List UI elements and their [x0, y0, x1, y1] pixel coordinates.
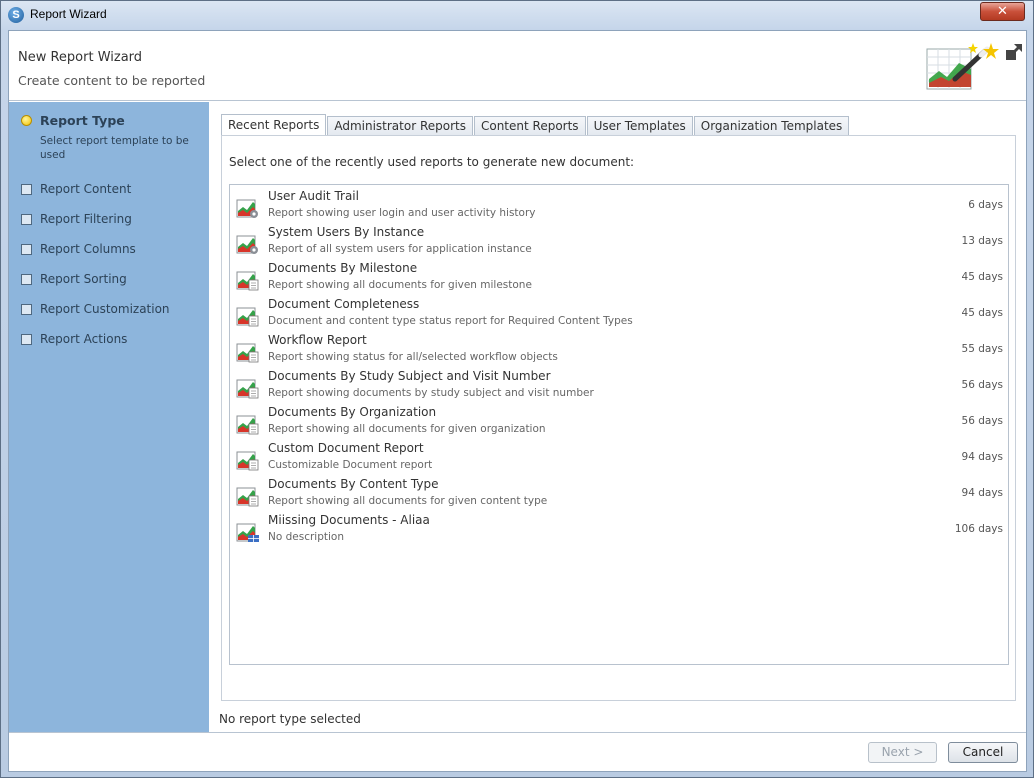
report-title: Documents By Organization — [268, 405, 437, 419]
step-checkbox-icon — [21, 183, 32, 195]
report-last-used-age: 45 days — [961, 271, 1003, 283]
report-last-used-age: 6 days — [968, 199, 1003, 211]
report-document-icon — [236, 485, 260, 507]
step-report-content[interactable]: Report Content — [21, 182, 131, 196]
report-document-icon — [236, 413, 260, 435]
report-document-icon — [236, 377, 260, 399]
close-button[interactable]: ✕ — [980, 2, 1025, 21]
report-description: Document and content type status report … — [268, 315, 633, 327]
report-list-item[interactable]: Workflow Report Report showing status for… — [230, 332, 1008, 368]
step-label: Report Customization — [40, 302, 170, 316]
report-wizard-icon — [926, 43, 999, 90]
wizard-header: New Report Wizard Create content to be r… — [9, 31, 1026, 101]
report-table-icon — [236, 521, 260, 543]
wizard-content: New Report Wizard Create content to be r… — [8, 30, 1027, 772]
step-report-columns[interactable]: Report Columns — [21, 242, 136, 256]
step-report-sorting[interactable]: Report Sorting — [21, 272, 127, 286]
report-description: Report of all system users for applicati… — [268, 243, 532, 255]
tab-recent-reports[interactable]: Recent Reports — [221, 114, 327, 136]
cancel-button[interactable]: Cancel — [948, 742, 1018, 763]
tab-administrator-reports[interactable]: Administrator Reports — [327, 116, 473, 136]
title-bar[interactable]: S Report Wizard ✕ — [1, 1, 1033, 30]
report-last-used-age: 45 days — [961, 307, 1003, 319]
step-checkbox-icon — [21, 273, 32, 285]
report-title: Document Completeness — [268, 297, 420, 311]
tab-content-reports[interactable]: Content Reports — [473, 116, 586, 136]
report-document-icon — [236, 341, 260, 363]
report-last-used-age: 94 days — [961, 487, 1003, 499]
page-title: New Report Wizard — [18, 50, 143, 65]
tab-organization-templates[interactable]: Organization Templates — [693, 116, 850, 136]
report-title: User Audit Trail — [268, 189, 359, 203]
page-subtitle: Create content to be reported — [18, 73, 206, 88]
status-text: No report type selected — [219, 712, 361, 726]
report-description: No description — [268, 531, 344, 543]
report-list-item[interactable]: Documents By Study Subject and Visit Num… — [230, 368, 1008, 404]
report-gear-icon — [236, 197, 260, 219]
report-list-item[interactable]: Documents By Content Type Report showing … — [230, 476, 1008, 512]
step-checkbox-icon — [21, 303, 32, 315]
step-checkbox-icon — [21, 213, 32, 225]
wizard-steps-sidebar: Report Type Select report template to be… — [9, 102, 209, 732]
step-label: Report Content — [40, 182, 132, 196]
report-description: Customizable Document report — [268, 459, 433, 471]
report-wizard-window: S Report Wizard ✕ New Report Wizard Crea… — [0, 0, 1034, 778]
step-label: Report Type — [40, 113, 125, 128]
step-report-type[interactable]: Report Type — [21, 113, 125, 128]
app-logo-icon: S — [8, 7, 24, 23]
report-document-icon — [236, 269, 260, 291]
report-description: Report showing status for all/selected w… — [268, 351, 558, 363]
report-list-item[interactable]: Documents By Milestone Report showing all… — [230, 260, 1008, 296]
popout-icon[interactable] — [1005, 43, 1023, 61]
step-report-customization[interactable]: Report Customization — [21, 302, 170, 316]
report-title: Workflow Report — [268, 333, 367, 347]
report-description: Report showing documents by study subjec… — [268, 387, 594, 399]
instruction-text: Select one of the recently used reports … — [229, 155, 635, 169]
report-title: Documents By Study Subject and Visit Num… — [268, 369, 551, 383]
tab-user-templates[interactable]: User Templates — [586, 116, 693, 136]
report-list-item[interactable]: System Users By Instance Report of all sy… — [230, 224, 1008, 260]
step-label: Report Sorting — [40, 272, 127, 286]
report-last-used-age: 56 days — [961, 415, 1003, 427]
report-title: Custom Document Report — [268, 441, 424, 455]
report-last-used-age: 94 days — [961, 451, 1003, 463]
report-description: Report showing all documents for given o… — [268, 423, 546, 435]
wizard-main-panel: Recent Reports Administrator Reports Con… — [209, 102, 1026, 732]
report-title: System Users By Instance — [268, 225, 425, 239]
report-last-used-age: 106 days — [954, 523, 1003, 535]
step-checkbox-icon — [21, 243, 32, 255]
report-document-icon — [236, 449, 260, 471]
report-last-used-age: 55 days — [961, 343, 1003, 355]
step-label: Report Columns — [40, 242, 136, 256]
report-title: Miissing Documents - Aliaa — [268, 513, 430, 527]
report-title: Documents By Content Type — [268, 477, 439, 491]
report-gear-icon — [236, 233, 260, 255]
report-tabs: Recent Reports Administrator Reports Con… — [221, 114, 850, 136]
report-list-item[interactable]: User Audit Trail Report showing user logi… — [230, 188, 1008, 224]
report-description: Report showing all documents for given m… — [268, 279, 532, 291]
report-last-used-age: 13 days — [961, 235, 1003, 247]
step-report-actions[interactable]: Report Actions — [21, 332, 127, 346]
report-title: Documents By Milestone — [268, 261, 418, 275]
window-title: Report Wizard — [30, 7, 107, 21]
step-report-filtering[interactable]: Report Filtering — [21, 212, 132, 226]
tab-panel: Select one of the recently used reports … — [221, 135, 1016, 701]
report-description: Report showing all documents for given c… — [268, 495, 548, 507]
step-checkbox-icon — [21, 333, 32, 345]
step-label: Report Actions — [40, 332, 128, 346]
report-document-icon — [236, 305, 260, 327]
report-list-item[interactable]: Miissing Documents - Aliaa No description… — [230, 512, 1008, 548]
next-button[interactable]: Next > — [868, 742, 937, 763]
report-list-item[interactable]: Custom Document Report Customizable Docum… — [230, 440, 1008, 476]
current-step-indicator-icon — [21, 115, 32, 126]
wizard-footer: Next > Cancel — [9, 732, 1026, 771]
step-label: Report Filtering — [40, 212, 132, 226]
step-description: Select report template to be used — [40, 135, 189, 161]
report-list-item[interactable]: Document Completeness Document and conten… — [230, 296, 1008, 332]
recent-reports-list[interactable]: User Audit Trail Report showing user logi… — [229, 184, 1009, 665]
report-description: Report showing user login and user activ… — [268, 207, 536, 219]
report-last-used-age: 56 days — [961, 379, 1003, 391]
report-list-item[interactable]: Documents By Organization Report showing … — [230, 404, 1008, 440]
